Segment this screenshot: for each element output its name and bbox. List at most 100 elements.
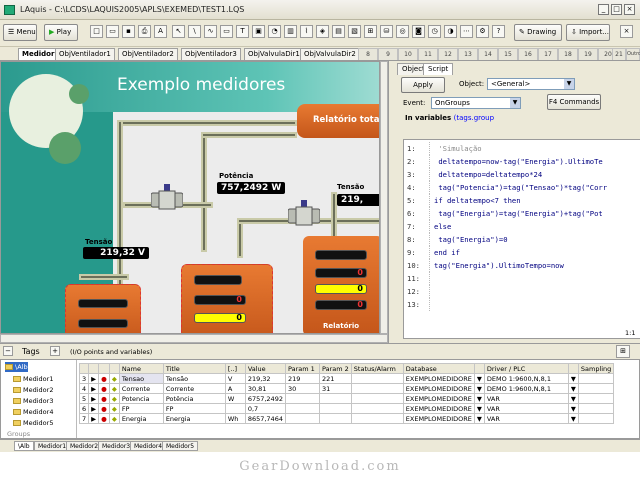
new-icon[interactable]: □ [90, 25, 103, 38]
meter-panel[interactable] [65, 284, 141, 333]
close-panel-icon[interactable]: × [620, 25, 633, 38]
rect-icon[interactable]: ▭ [220, 25, 233, 38]
tab-outro[interactable]: Outro [626, 48, 640, 60]
design-canvas[interactable]: Exemplo medidores Relatório total Potênc… [0, 61, 380, 334]
text-icon[interactable]: A [154, 25, 167, 38]
object-select[interactable]: <General> ▼ [487, 78, 575, 90]
tab-num-11[interactable]: 11 [418, 48, 438, 60]
tab-script[interactable]: Script [423, 63, 454, 75]
play-button[interactable]: ▶ Play [44, 24, 78, 41]
play-icon: ▶ [49, 28, 57, 36]
tree-item[interactable]: Medidor5 [13, 418, 53, 428]
drawing-button[interactable]: ✎ Drawing [514, 24, 562, 41]
gauge-icon[interactable]: ◔ [268, 25, 281, 38]
script-editor[interactable]: 1: 'Simulação 2: deltatempo=now-tag("Ene… [403, 139, 640, 339]
table-row[interactable]: 4 ▶ ● ◆ Corrente Corrente A 30,81 30 31 EXEMPLOM… [78, 383, 615, 394]
help-icon[interactable]: ? [492, 25, 505, 38]
tree-item[interactable]: Medidor1 [13, 374, 53, 384]
report-icon[interactable]: ▤ [332, 25, 345, 38]
label-icon[interactable]: T [236, 25, 249, 38]
bottom-tab[interactable]: \Alb [14, 441, 34, 451]
tab-num-18[interactable]: 18 [558, 48, 578, 60]
trend-icon[interactable]: ⌇ [300, 25, 313, 38]
tab-num-13[interactable]: 13 [458, 48, 478, 60]
chart-icon[interactable]: ▥ [284, 25, 297, 38]
tab-num-9[interactable]: 9 [378, 48, 398, 60]
tab-medidor[interactable]: Medidor [18, 48, 59, 60]
app-icon[interactable] [4, 5, 15, 15]
menu-button[interactable]: ☰ Menu [3, 24, 37, 41]
open-icon[interactable]: ▭ [106, 25, 119, 38]
meter-display [315, 250, 367, 260]
tab-objventilador3[interactable]: ObjVentilador3 [181, 48, 241, 60]
tab-num-19[interactable]: 19 [578, 48, 598, 60]
button-tool-icon[interactable]: ▣ [252, 25, 265, 38]
report-panel[interactable]: Relatório total [297, 104, 379, 138]
minimize-button[interactable]: _ [598, 4, 609, 15]
curve-icon[interactable]: ∿ [204, 25, 217, 38]
tab-num-15[interactable]: 15 [498, 48, 518, 60]
cursor-icon[interactable]: ↖ [172, 25, 185, 38]
web-icon[interactable]: ◎ [396, 25, 409, 38]
add-tag-icon[interactable]: + [50, 346, 60, 356]
save-icon[interactable]: ▪ [122, 25, 135, 38]
tab-num-8[interactable]: 8 [358, 48, 378, 60]
table-row[interactable]: 5 ▶ ● ◆ Potencia Potência W 6757,2492 EXEMPLOM… [78, 393, 615, 404]
tab-objventilador1[interactable]: ObjVentilador1 [55, 48, 115, 60]
grid-icon[interactable]: ⊞ [364, 25, 377, 38]
line-icon[interactable]: \ [188, 25, 201, 38]
tab-num-21[interactable]: 21 [612, 48, 626, 60]
tab-num-10[interactable]: 10 [398, 48, 418, 60]
canvas-vscrollbar[interactable] [380, 61, 388, 334]
table-row[interactable]: 3 ▶ ● ◆ Tensao Tensão V 219,32 219 221 EXEMPLOME… [78, 373, 615, 384]
bottom-tab[interactable]: Medidor5 [162, 441, 199, 451]
f4-commands-button[interactable]: F4 Commands [547, 94, 601, 110]
grid-view-icon[interactable]: ⊞ [616, 345, 630, 358]
meter-panel[interactable]: 0 0 [181, 264, 273, 333]
table-row[interactable]: 7 ▶ ● ◆ Energia Energia Wh 8657,7464 EXEMPLOME… [78, 413, 615, 424]
bottom-tab[interactable]: Medidor3 [98, 441, 135, 451]
misc-icon[interactable]: ⋯ [460, 25, 473, 38]
tags-table: Name Title [..] Value Param 1 Param 2 St… [78, 363, 615, 424]
cam-icon[interactable]: ◙ [412, 25, 425, 38]
dial-icon[interactable]: ◑ [444, 25, 457, 38]
import-button[interactable]: ⇩ Import... [566, 24, 610, 41]
tensao-label: Tensão [85, 238, 113, 246]
report-small-button[interactable]: Relatório [323, 322, 359, 330]
image-icon[interactable]: ▧ [348, 25, 361, 38]
alarm-icon[interactable]: ◈ [316, 25, 329, 38]
tab-num-16[interactable]: 16 [518, 48, 538, 60]
tree-item[interactable]: Medidor3 [13, 396, 53, 406]
tags-grid: \Alb Medidor1 Medidor2 Medidor3 Medidor4… [0, 359, 640, 439]
tensao-value-left: 219,32 V [83, 247, 149, 259]
meter-panel[interactable]: 0 0 0 Relatório [303, 236, 379, 333]
tree-item[interactable]: \Alb [5, 362, 28, 372]
tree-item[interactable]: Medidor4 [13, 407, 53, 417]
collapse-icon[interactable]: − [3, 346, 13, 356]
tab-num-17[interactable]: 17 [538, 48, 558, 60]
valve-icon[interactable] [287, 200, 321, 226]
tab-objvalvuladir2[interactable]: ObjValvulaDir2 [300, 48, 360, 60]
tree-item[interactable]: Medidor2 [13, 385, 53, 395]
maximize-button[interactable]: □ [611, 4, 622, 15]
clock-icon[interactable]: ◷ [428, 25, 441, 38]
tab-num-12[interactable]: 12 [438, 48, 458, 60]
bottom-tab[interactable]: Medidor4 [130, 441, 167, 451]
gear-icon[interactable]: ⚙ [476, 25, 489, 38]
valve-icon[interactable] [150, 184, 184, 210]
table-header: Name Title [..] Value Param 1 Param 2 St… [78, 363, 615, 374]
print-icon[interactable]: ⎙ [138, 25, 151, 38]
canvas-hscrollbar[interactable] [0, 334, 388, 343]
close-button[interactable]: × [624, 4, 635, 15]
bottom-tab[interactable]: Medidor1 [34, 441, 71, 451]
event-select[interactable]: OnGroups ▼ [431, 97, 521, 109]
apply-button[interactable]: Apply [401, 77, 445, 93]
tab-num-14[interactable]: 14 [478, 48, 498, 60]
tree-item[interactable]: Groups [7, 429, 30, 438]
db-icon[interactable]: ⛁ [380, 25, 393, 38]
tab-objventilador2[interactable]: ObjVentilador2 [118, 48, 178, 60]
tab-objvalvuladir1[interactable]: ObjValvulaDir1 [244, 48, 304, 60]
in-variables-link[interactable]: (tags.group [454, 114, 494, 122]
bottom-tab[interactable]: Medidor2 [66, 441, 103, 451]
table-row[interactable]: 6 ▶ ● ◆ FP FP 0,7 EXEMPLOMEDIDORE ▼ VAR ▼ [78, 403, 615, 414]
